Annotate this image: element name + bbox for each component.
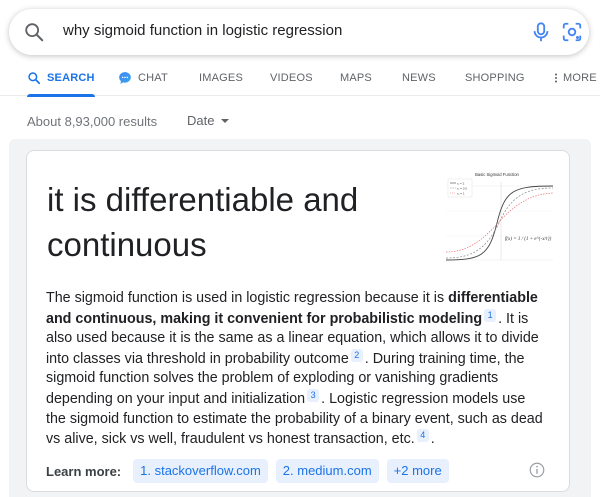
snippet-text: The sigmoid function is used in logistic… xyxy=(46,290,449,306)
tab-maps[interactable]: MAPS xyxy=(340,60,372,96)
legend-entry: τ₃ = 1 xyxy=(457,191,465,195)
tab-label: CHAT xyxy=(138,72,168,84)
tab-label: MORE xyxy=(563,72,597,84)
tab-more[interactable]: MORE xyxy=(553,60,597,96)
more-vert-icon xyxy=(554,73,558,83)
mic-icon[interactable] xyxy=(530,21,552,43)
learn-more-row: Learn more: 1. stackoverflow.com 2. medi… xyxy=(46,459,457,483)
lens-icon[interactable] xyxy=(561,21,583,43)
date-filter-label: Date xyxy=(187,113,215,128)
citation-2[interactable]: 2 xyxy=(350,348,363,362)
caret-down-icon xyxy=(221,118,230,123)
sigmoid-chart-thumbnail[interactable]: Basic Sigmoid Function τ₁ = 2 τ₂ = 0.5 τ… xyxy=(441,168,554,268)
tab-label: SHOPPING xyxy=(465,72,525,84)
legend-entry: τ₁ = 2 xyxy=(457,181,465,185)
tab-label: SEARCH xyxy=(47,72,95,84)
featured-answer-heading: it is differentiable and continuous xyxy=(47,181,359,263)
tab-shopping[interactable]: SHOPPING xyxy=(465,60,525,96)
tab-label: NEWS xyxy=(402,72,436,84)
tab-news[interactable]: NEWS xyxy=(402,60,436,96)
tab-search[interactable]: SEARCH xyxy=(27,60,95,97)
search-tabs: SEARCH CHAT IMAGES VIDEOS MAPS NEWS SHOP… xyxy=(0,60,600,97)
source-link-stackoverflow[interactable]: 1. stackoverflow.com xyxy=(133,459,268,483)
search-bar[interactable]: why sigmoid function in logistic regress… xyxy=(9,9,589,55)
thumbnail-title: Basic Sigmoid Function xyxy=(475,172,519,177)
citation-1[interactable]: 1 xyxy=(484,308,497,322)
featured-snippet-text: The sigmoid function is used in logistic… xyxy=(46,289,546,450)
citation-4[interactable]: 4 xyxy=(416,429,429,443)
tab-label: IMAGES xyxy=(199,72,243,84)
citation-3[interactable]: 3 xyxy=(307,388,320,402)
chat-icon xyxy=(119,72,131,84)
tab-label: MAPS xyxy=(340,72,372,84)
tab-chat[interactable]: CHAT xyxy=(118,60,168,96)
thumbnail-formula: f(x) = 1 / (1 + e^{-x/τ}) xyxy=(505,237,552,242)
source-link-medium[interactable]: 2. medium.com xyxy=(275,459,379,483)
result-stats: About 8,93,000 results xyxy=(27,114,158,129)
learn-more-label: Learn more: xyxy=(46,463,122,479)
legend-entry: τ₂ = 0.5 xyxy=(457,186,467,190)
date-filter-dropdown[interactable]: Date xyxy=(187,113,230,128)
snippet-text: . xyxy=(430,431,435,448)
search-icon[interactable] xyxy=(23,21,45,43)
tab-images[interactable]: IMAGES xyxy=(199,60,243,96)
search-icon xyxy=(28,72,41,85)
more-sources-button[interactable]: +2 more xyxy=(386,459,449,483)
search-input[interactable]: why sigmoid function in logistic regress… xyxy=(63,22,342,39)
tab-videos[interactable]: VIDEOS xyxy=(270,60,313,96)
info-icon[interactable] xyxy=(528,461,546,479)
tab-label: VIDEOS xyxy=(270,72,313,84)
